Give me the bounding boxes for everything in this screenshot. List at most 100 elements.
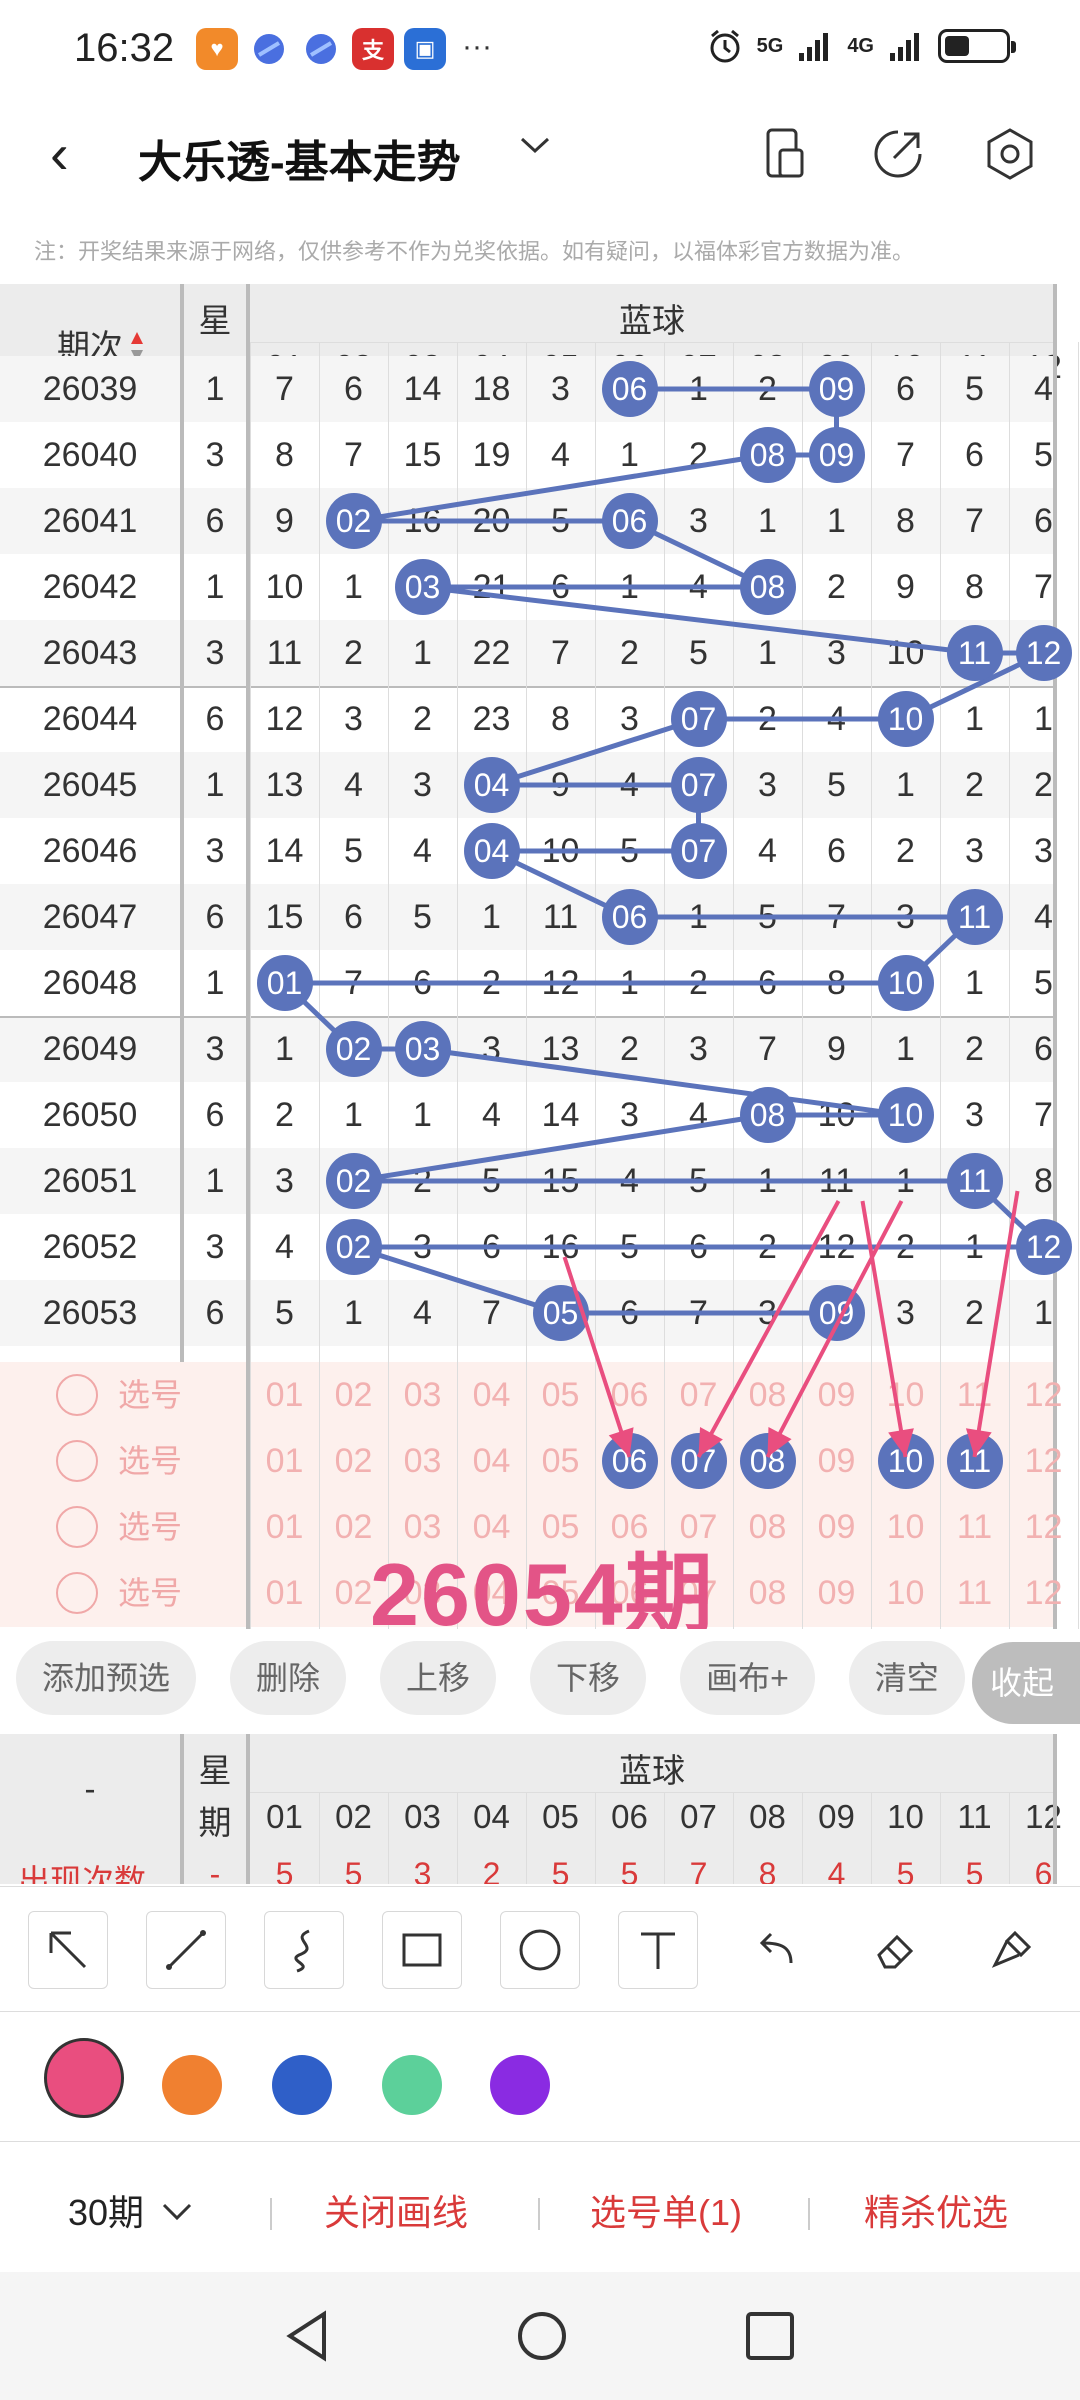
system-navigation bbox=[0, 2272, 1080, 2400]
trend-chart: 期次 星 期 蓝球 010203040506070809101112260391… bbox=[0, 284, 1080, 1629]
period-select-label: 30期 bbox=[68, 2192, 145, 2233]
stats-week-line2: 期 bbox=[198, 1804, 232, 1841]
blue-ball-app-icon bbox=[248, 28, 290, 70]
stats-dash: - bbox=[84, 1770, 96, 1807]
back-button[interactable]: ‹ bbox=[50, 126, 69, 182]
bank-app-icon: ▣ bbox=[404, 28, 446, 70]
color-swatch[interactable] bbox=[490, 2055, 550, 2115]
text-tool-icon[interactable] bbox=[618, 1911, 698, 1989]
add-preselect-button[interactable]: 添加预选 bbox=[16, 1641, 197, 1715]
system-indicators: 5G 4G bbox=[707, 28, 1016, 64]
notification-icons: ♥ 支 ▣ ··· bbox=[196, 28, 492, 70]
kill-select-button[interactable]: 精杀优选 bbox=[864, 2184, 1008, 2236]
occurrence-value: 2 bbox=[482, 1856, 501, 1884]
stats-header-number: 06 bbox=[611, 1798, 648, 1835]
column-divider bbox=[802, 1792, 803, 1884]
annotation-arrowhead bbox=[888, 1428, 914, 1457]
stats-header-number: 07 bbox=[680, 1798, 717, 1835]
occurrence-value: - bbox=[209, 1856, 221, 1884]
curve-tool-icon[interactable] bbox=[264, 1911, 344, 1989]
stats-header-number: 02 bbox=[335, 1798, 372, 1835]
nav-back-triangle-icon[interactable] bbox=[280, 2306, 336, 2371]
annotation-arrow bbox=[562, 1256, 632, 1458]
stats-header-number: 11 bbox=[957, 1798, 992, 1835]
stats-header-number: 12 bbox=[1025, 1798, 1062, 1835]
color-swatch[interactable] bbox=[162, 2055, 222, 2115]
circle-tool-icon[interactable] bbox=[500, 1911, 580, 1989]
signal-bars-icon bbox=[799, 33, 829, 61]
pick-toolbar: 添加预选 删除 上移 下移 画布+ 清空 bbox=[0, 1628, 1080, 1728]
battery-icon bbox=[938, 29, 1016, 63]
shop-app-icon: ♥ bbox=[196, 28, 238, 70]
period-select[interactable]: 30期 bbox=[68, 2184, 194, 2236]
annotation-arrow bbox=[765, 1200, 904, 1458]
signal-bars-icon bbox=[890, 33, 919, 61]
column-divider bbox=[246, 1734, 250, 1884]
occurrence-value: 3 bbox=[413, 1856, 432, 1884]
chevron-down-icon[interactable] bbox=[518, 128, 552, 171]
occurrence-value: 8 bbox=[758, 1856, 777, 1884]
more-notifications-icon: ··· bbox=[462, 30, 492, 63]
rect-tool-icon[interactable] bbox=[382, 1911, 462, 1989]
nav-recents-icon[interactable] bbox=[742, 2308, 798, 2369]
occurrence-value: 5 bbox=[275, 1856, 294, 1884]
annotation-arrow bbox=[860, 1200, 908, 1458]
annotation-arrowhead bbox=[965, 1428, 992, 1457]
chevron-down-icon bbox=[163, 2203, 192, 2221]
divider bbox=[808, 2198, 810, 2230]
annotation-arrow bbox=[972, 1190, 1020, 1458]
annotation-arrows bbox=[562, 1190, 1020, 1458]
stats-header-number: 01 bbox=[266, 1798, 303, 1835]
close-lines-button[interactable]: 关闭画线 bbox=[324, 2184, 468, 2236]
drawing-tools bbox=[0, 1886, 1080, 2012]
occurrence-value: 5 bbox=[551, 1856, 570, 1884]
stats-header-number: 04 bbox=[473, 1798, 510, 1835]
column-divider bbox=[595, 1792, 596, 1884]
column-divider bbox=[940, 1792, 941, 1884]
canvas-plus-button[interactable]: 画布+ bbox=[680, 1641, 815, 1715]
occurrence-value: 7 bbox=[689, 1856, 708, 1884]
occurrence-value: 5 bbox=[965, 1856, 984, 1884]
occurrence-value: 5 bbox=[896, 1856, 915, 1884]
occurrence-value: 4 bbox=[827, 1856, 846, 1884]
column-divider bbox=[526, 1792, 527, 1884]
stats-week-line1: 星 bbox=[198, 1752, 232, 1789]
signal-5g-label: 5G bbox=[756, 34, 784, 57]
delete-button[interactable]: 删除 bbox=[230, 1641, 347, 1715]
clear-brush-icon[interactable] bbox=[972, 1911, 1052, 1989]
divider bbox=[270, 2198, 272, 2230]
stats-header-number: 05 bbox=[542, 1798, 579, 1835]
undo-icon[interactable] bbox=[736, 1911, 816, 1989]
settings-icon[interactable] bbox=[980, 124, 1040, 184]
column-divider bbox=[871, 1792, 872, 1884]
column-divider bbox=[457, 1792, 458, 1884]
alarm-icon bbox=[710, 29, 740, 63]
collapse-button[interactable]: 收起 bbox=[972, 1642, 1080, 1724]
stats-header-number: 08 bbox=[749, 1798, 786, 1835]
move-up-button[interactable]: 上移 bbox=[380, 1641, 497, 1715]
color-swatch[interactable] bbox=[272, 2055, 332, 2115]
line-tool-icon[interactable] bbox=[146, 1911, 226, 1989]
clear-button[interactable]: 清空 bbox=[848, 1641, 965, 1715]
column-divider bbox=[664, 1792, 665, 1884]
eraser-icon[interactable] bbox=[854, 1911, 934, 1989]
move-down-button[interactable]: 下移 bbox=[530, 1641, 647, 1715]
column-divider bbox=[733, 1792, 734, 1884]
share-icon[interactable] bbox=[868, 124, 928, 184]
stats-table: - 星 期 蓝球 出现次数 01 02 03 04 05 06 07 08 09 10 11 12 - 5… bbox=[0, 1734, 1080, 1884]
nav-home-icon[interactable] bbox=[512, 2306, 572, 2371]
blue-ball-app-icon bbox=[300, 28, 342, 70]
arrow-tool-icon[interactable] bbox=[28, 1911, 108, 1989]
clock: 16:32 bbox=[74, 26, 175, 70]
column-divider bbox=[388, 1792, 389, 1884]
occurrence-value: 5 bbox=[620, 1856, 639, 1884]
alipay-app-icon: 支 bbox=[352, 28, 394, 70]
column-divider bbox=[319, 1792, 320, 1884]
app-header: ‹ 大乐透-基本走势 bbox=[0, 100, 1080, 210]
phone-layout-icon[interactable] bbox=[756, 124, 816, 184]
color-swatch[interactable] bbox=[382, 2055, 442, 2115]
color-swatch[interactable] bbox=[44, 2038, 124, 2118]
divider bbox=[538, 2198, 540, 2230]
pick-list-button[interactable]: 选号单(1) bbox=[590, 2184, 742, 2236]
page-title[interactable]: 大乐透-基本走势 bbox=[138, 126, 461, 190]
